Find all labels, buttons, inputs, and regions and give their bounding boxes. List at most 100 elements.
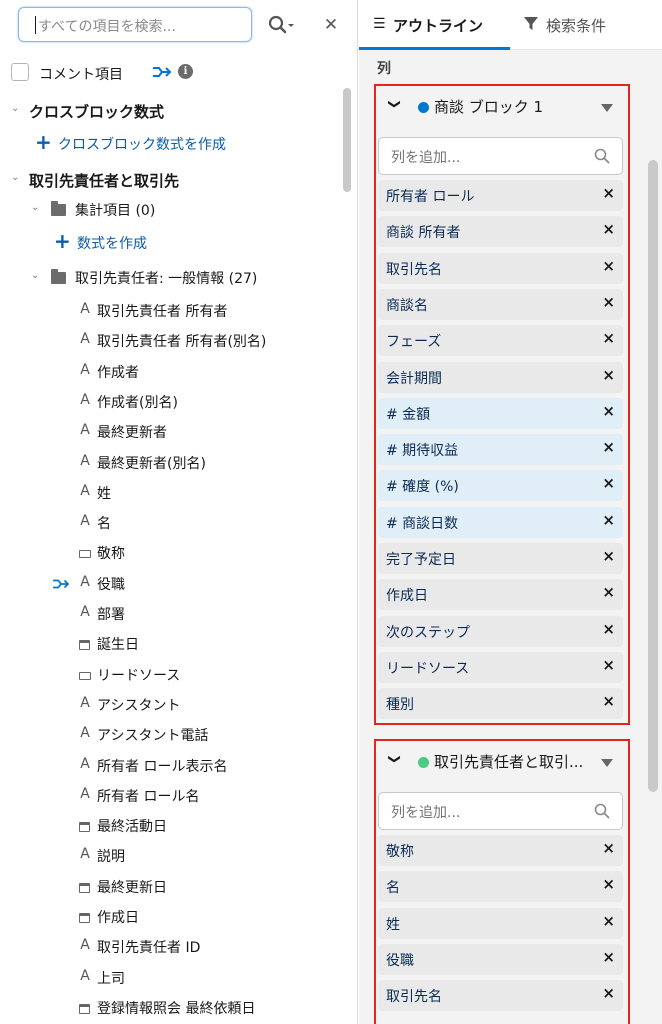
column-item[interactable]: # 金額 × xyxy=(378,397,623,429)
field-item[interactable]: A 作成者(別名) xyxy=(0,387,340,417)
column-item[interactable]: 姓 × xyxy=(378,907,623,939)
column-item[interactable]: 完了予定日 × xyxy=(378,543,623,574)
search-options-button[interactable] xyxy=(266,12,298,38)
remove-column-button[interactable]: × xyxy=(602,547,615,565)
field-item[interactable]: A 取引先責任者 所有者(別名) xyxy=(0,326,340,356)
field-item[interactable]: A 役職 xyxy=(0,569,340,599)
column-item[interactable]: 会計期間 × xyxy=(378,361,623,393)
field-item[interactable]: 誕生日 xyxy=(0,629,340,659)
search-icon xyxy=(594,148,610,164)
field-item[interactable]: A アシスタント電話 xyxy=(0,720,340,750)
block-menu-icon[interactable] xyxy=(601,104,613,112)
remove-column-button[interactable]: × xyxy=(602,620,615,638)
column-item[interactable]: 種別 × xyxy=(378,688,623,720)
remove-column-button[interactable]: × xyxy=(602,293,615,311)
remove-column-button[interactable]: × xyxy=(602,984,615,1002)
column-item[interactable]: 作成日 × xyxy=(378,579,623,611)
column-item[interactable]: フェーズ × xyxy=(378,325,623,357)
remove-column-button[interactable]: × xyxy=(602,656,615,674)
remove-column-button[interactable]: × xyxy=(602,257,615,275)
close-icon: ✕ xyxy=(323,15,339,35)
column-item[interactable]: 役職 × xyxy=(378,943,623,975)
remove-column-button[interactable]: × xyxy=(602,948,615,966)
column-item[interactable]: 敬称 × xyxy=(378,835,623,866)
field-item[interactable]: A 最終更新者(別名) xyxy=(0,448,340,478)
column-item[interactable]: # 期待収益 × xyxy=(378,434,623,466)
field-item[interactable]: A 所有者 ロール名 xyxy=(0,781,340,811)
field-item[interactable]: 最終活動日 xyxy=(0,811,340,841)
right-scrollbar[interactable] xyxy=(648,160,658,792)
remove-column-button[interactable]: × xyxy=(602,474,615,492)
field-item[interactable]: A 取引先責任者 ID xyxy=(0,932,340,962)
column-item[interactable]: 商談 所有者 × xyxy=(378,216,623,248)
block-menu-icon[interactable] xyxy=(601,759,613,767)
field-item[interactable]: 敬称 xyxy=(0,538,340,568)
section-cross-block-formulas[interactable]: ⌄ クロスブロック数式 xyxy=(0,96,340,126)
field-item[interactable]: A 作成者 xyxy=(0,357,340,387)
folder-contact-general-info[interactable]: ⌄ 取引先責任者: 一般情報 (27) xyxy=(0,263,340,293)
remove-column-button[interactable]: × xyxy=(602,839,615,857)
column-item[interactable]: # 商談日数 × xyxy=(378,506,623,538)
add-cross-block-formula-link[interactable]: + クロスブロック数式を作成 xyxy=(0,129,340,159)
field-item[interactable]: A名 xyxy=(0,508,340,538)
column-item[interactable]: 名 × xyxy=(378,871,623,903)
folder-summary-fields[interactable]: ⌄ 集計項目 (0) xyxy=(0,195,340,225)
tab-filters[interactable]: 検索条件 xyxy=(510,0,662,50)
field-item[interactable]: A 上司 xyxy=(0,963,340,993)
text-field-icon: A xyxy=(80,513,90,530)
field-item[interactable]: A姓 xyxy=(0,478,340,508)
field-search-input[interactable]: すべての項目を検索... xyxy=(18,7,252,42)
remove-column-button[interactable]: × xyxy=(602,583,615,601)
column-item[interactable]: 取引先名 × xyxy=(378,980,623,1012)
column-item[interactable]: 取引先名 × xyxy=(378,252,623,284)
field-item[interactable]: 登録情報照会 最終依頼日 xyxy=(0,993,340,1023)
column-item[interactable]: リードソース × xyxy=(378,651,623,683)
chevron-down-icon[interactable]: ❯ xyxy=(388,99,402,109)
remove-column-button[interactable]: × xyxy=(602,220,615,238)
date-field-icon xyxy=(79,640,90,651)
text-field-icon: A xyxy=(80,846,90,863)
column-item[interactable]: 次のステップ × xyxy=(378,615,623,647)
comment-fields-checkbox[interactable] xyxy=(11,63,29,81)
field-browser-panel: すべての項目を検索... ✕ コメント項目 i ⌄ クロスブロック数式 + クロ… xyxy=(0,0,358,1024)
field-item[interactable]: 最終更新日 xyxy=(0,872,340,902)
remove-column-button[interactable]: × xyxy=(602,912,615,930)
block-header[interactable]: ❯ 取引先責任者と取引... xyxy=(376,741,627,785)
remove-column-button[interactable]: × xyxy=(602,402,615,420)
remove-column-button[interactable]: × xyxy=(602,692,615,710)
tab-outline[interactable]: ☰ アウトライン xyxy=(359,0,510,50)
info-icon[interactable]: i xyxy=(178,64,193,79)
field-item[interactable]: A 最終更新者 xyxy=(0,417,340,447)
close-search-button[interactable]: ✕ xyxy=(320,12,342,38)
field-item[interactable]: A アシスタント xyxy=(0,690,340,720)
remove-column-button[interactable]: × xyxy=(602,366,615,384)
column-item[interactable]: 商談名 × xyxy=(378,288,623,320)
text-field-icon: A xyxy=(80,422,90,439)
block-header[interactable]: ❯ 商談 ブロック 1 xyxy=(376,86,627,130)
field-item[interactable]: 作成日 xyxy=(0,902,340,932)
field-item[interactable]: A 説明 xyxy=(0,841,340,871)
add-column-input[interactable]: 列を追加... xyxy=(378,792,623,830)
folder-label: 取引先責任者: 一般情報 (27) xyxy=(75,271,258,287)
field-item[interactable]: A 部署 xyxy=(0,599,340,629)
add-formula-link[interactable]: + 数式を作成 xyxy=(0,228,340,258)
remove-column-button[interactable]: × xyxy=(602,438,615,456)
left-scrollbar[interactable] xyxy=(343,88,351,192)
remove-column-button[interactable]: × xyxy=(602,329,615,347)
remove-column-button[interactable]: × xyxy=(602,511,615,529)
field-label: 取引先責任者 ID xyxy=(97,940,201,957)
field-label: 取引先責任者 所有者(別名) xyxy=(97,334,267,351)
field-item[interactable]: A 所有者 ロール表示名 xyxy=(0,751,340,781)
section-contacts-accounts[interactable]: ⌄ 取引先責任者と取引先 xyxy=(0,165,340,195)
remove-column-button[interactable]: × xyxy=(602,875,615,893)
add-column-input[interactable]: 列を追加... xyxy=(378,137,623,175)
column-item[interactable]: # 確度 (%) × xyxy=(378,470,623,502)
plus-icon: + xyxy=(35,130,52,154)
field-item[interactable]: A 取引先責任者 所有者 xyxy=(0,296,340,326)
field-item[interactable]: リードソース xyxy=(0,660,340,690)
remove-column-button[interactable]: × xyxy=(602,184,615,202)
chevron-down-icon[interactable]: ❯ xyxy=(388,754,402,764)
column-item[interactable]: 所有者 ロール × xyxy=(378,180,623,211)
block-name: 商談 ブロック 1 xyxy=(434,98,544,116)
filter-icon xyxy=(524,17,538,30)
